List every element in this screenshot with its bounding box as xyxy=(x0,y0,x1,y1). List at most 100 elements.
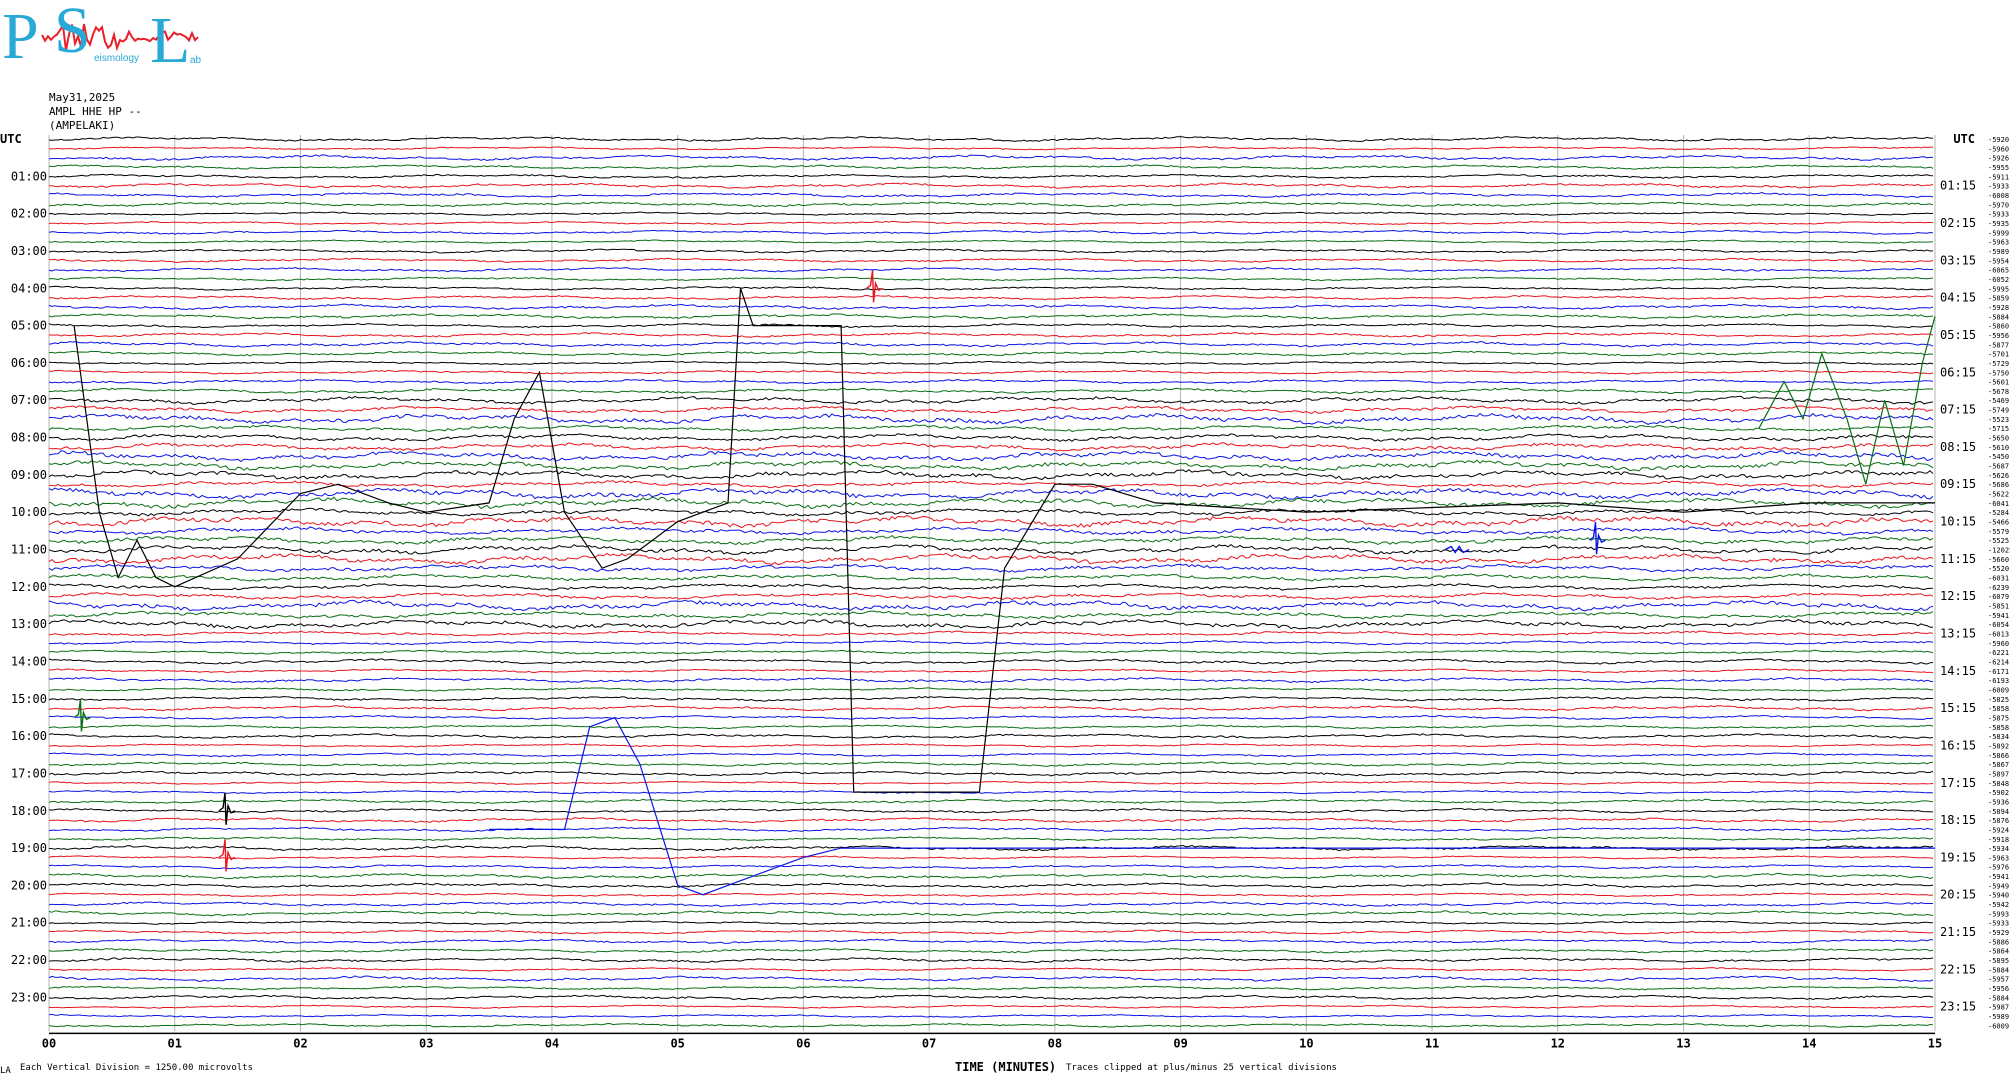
trace-offset-label: -6009 xyxy=(1988,686,2009,694)
trace-offset-label: -5926 xyxy=(1988,155,2009,163)
left-tick-label: 13:00 xyxy=(11,617,47,631)
left-axis-title: UTC xyxy=(0,132,22,146)
left-tick-label: 20:00 xyxy=(11,878,47,892)
trace-8 xyxy=(48,211,1934,216)
trace-offset-label: -5956 xyxy=(1988,985,2009,993)
trace-offset-label: -6239 xyxy=(1988,584,2009,592)
right-tick-label: 20:15 xyxy=(1940,888,1976,902)
trace-86 xyxy=(48,938,1934,944)
trace-24 xyxy=(48,360,1934,366)
right-tick-label: 07:15 xyxy=(1940,403,1976,417)
trace-offset-label: -5987 xyxy=(1988,1004,2009,1012)
left-tick-label: 18:00 xyxy=(11,804,47,818)
trace-20 xyxy=(48,323,1934,329)
left-tick-label: 16:00 xyxy=(11,729,47,743)
trace-offset-label: -5884 xyxy=(1988,313,2009,321)
trace-64 xyxy=(48,733,1934,739)
trace-90 xyxy=(48,975,1934,983)
trace-offset-label: -5877 xyxy=(1988,341,2009,349)
trace-offset-label: -5715 xyxy=(1988,425,2009,433)
trace-offset-label: -5858 xyxy=(1988,724,2009,732)
left-tick-label: 07:00 xyxy=(11,393,47,407)
left-tick-label: 06:00 xyxy=(11,356,47,370)
trace-offset-label: -5886 xyxy=(1988,938,2009,946)
trace-offset-label: -6054 xyxy=(1988,621,2009,629)
trace-offset-label: -5825 xyxy=(1988,696,2009,704)
trace-offset-label: -5848 xyxy=(1988,780,2009,788)
trace-offset-label: -6008 xyxy=(1988,192,2009,200)
trace-offset-label: -5884 xyxy=(1988,966,2009,974)
trace-6 xyxy=(48,191,1934,198)
trace-offset-label: -5960 xyxy=(1988,145,2009,153)
trace-offset-label: -6221 xyxy=(1988,649,2009,657)
left-tick-label: 01:00 xyxy=(11,169,47,183)
trace-offset-label: -5928 xyxy=(1988,304,2009,312)
right-tick-label: 13:15 xyxy=(1940,626,1976,640)
corner-mark: LA xyxy=(0,1066,11,1076)
trace-21 xyxy=(48,332,1934,338)
trace-offset-label: -5525 xyxy=(1988,537,2009,545)
trace-48 xyxy=(48,583,1934,591)
trace-3 xyxy=(48,164,1934,170)
trace-offset-label: -5941 xyxy=(1988,612,2009,620)
trace-5 xyxy=(48,182,1934,189)
right-tick-label: 05:15 xyxy=(1940,328,1976,342)
trace-28 xyxy=(48,395,1934,405)
trace-offset-label: -5940 xyxy=(1988,892,2009,900)
clip-note: Traces clipped at plus/minus 25 vertical… xyxy=(1066,1063,1337,1073)
right-tick-label: 21:15 xyxy=(1940,925,1976,939)
trace-89 xyxy=(48,967,1934,972)
trace-31 xyxy=(48,424,1934,433)
x-axis-title: TIME (MINUTES) xyxy=(955,1060,1057,1074)
left-tick-label: 05:00 xyxy=(11,319,47,333)
trace-18 xyxy=(48,303,1934,311)
trace-offset-label: -5876 xyxy=(1988,817,2009,825)
x-tick-label: 06 xyxy=(796,1036,810,1050)
trace-29 xyxy=(48,405,1934,414)
trace-49 xyxy=(48,592,1934,601)
event-5 xyxy=(218,839,236,872)
trace-offset-label: -5687 xyxy=(1988,463,2009,471)
trace-45 xyxy=(48,552,1934,566)
x-tick-label: 00 xyxy=(42,1036,56,1050)
left-tick-label: 02:00 xyxy=(11,207,47,221)
trace-32 xyxy=(48,433,1934,443)
trace-62 xyxy=(48,715,1934,720)
x-tick-label: 05 xyxy=(670,1036,684,1050)
x-tick-label: 10 xyxy=(1299,1036,1313,1050)
trace-23 xyxy=(48,350,1934,357)
x-tick-label: 12 xyxy=(1551,1036,1565,1050)
trace-44 xyxy=(48,544,1934,555)
right-tick-label: 14:15 xyxy=(1940,664,1976,678)
trace-offset-label: -5866 xyxy=(1988,752,2009,760)
trace-offset-label: -5729 xyxy=(1988,360,2009,368)
trace-4 xyxy=(48,173,1934,179)
right-tick-label: 12:15 xyxy=(1940,589,1976,603)
trace-36 xyxy=(48,469,1934,481)
trace-offset-label: -5875 xyxy=(1988,714,2009,722)
trace-39 xyxy=(48,496,1934,510)
trace-offset-label: -12025 xyxy=(1988,547,2010,555)
trace-offset-label: -6031 xyxy=(1988,575,2009,583)
trace-0 xyxy=(48,136,1934,142)
left-tick-label: 17:00 xyxy=(11,766,47,780)
division-note: Each Vertical Division = 1250.00 microvo… xyxy=(20,1063,253,1073)
trace-46 xyxy=(48,563,1934,573)
left-tick-label: 09:00 xyxy=(11,468,47,482)
left-tick-label: 15:00 xyxy=(11,692,47,706)
x-tick-label: 09 xyxy=(1173,1036,1187,1050)
x-tick-label: 15 xyxy=(1928,1036,1942,1050)
trace-83 xyxy=(48,910,1934,917)
trace-70 xyxy=(48,790,1934,795)
trace-offset-label: -5949 xyxy=(1988,882,2009,890)
trace-offset-label: -5895 xyxy=(1988,957,2009,965)
trace-1 xyxy=(48,146,1934,151)
trace-offset-label: -6052 xyxy=(1988,276,2009,284)
trace-offset-label: -5650 xyxy=(1988,435,2009,443)
trace-65 xyxy=(48,743,1934,748)
trace-74 xyxy=(48,826,1934,833)
trace-7 xyxy=(48,201,1934,208)
trace-offset-label: -5936 xyxy=(1988,798,2009,806)
left-tick-label: 04:00 xyxy=(11,281,47,295)
trace-60 xyxy=(48,695,1934,702)
